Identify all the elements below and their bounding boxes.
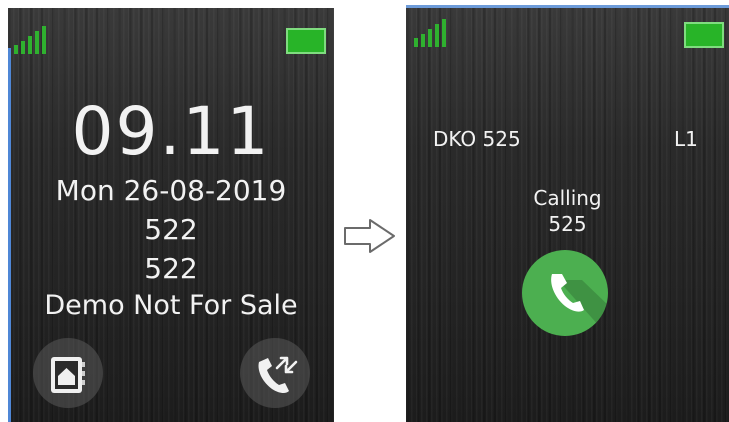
calling-screen: DKO 525 L1 Calling 525 <box>406 5 729 422</box>
battery-icon <box>684 22 724 48</box>
demo-notice: Demo Not For Sale <box>44 290 298 321</box>
right-arrow-icon <box>344 219 395 253</box>
call-status: Calling <box>533 186 602 210</box>
standby-screen: 09.11 Mon 26-08-2019 522 522 Demo Not Fo… <box>8 8 334 422</box>
dialed-number: 525 <box>548 212 587 236</box>
line-indicator: L1 <box>674 127 698 151</box>
phone-handset-icon <box>551 274 608 336</box>
clock-time: 09.11 <box>71 93 271 170</box>
phonebook-softkey[interactable] <box>33 338 103 408</box>
signal-strength-icon <box>414 19 446 47</box>
phonebook-icon <box>51 357 85 393</box>
signal-strength-icon <box>14 26 46 54</box>
user-label: 522 <box>144 252 198 285</box>
extension-label: 522 <box>144 213 198 246</box>
battery-icon <box>286 28 326 54</box>
call-log-icon <box>258 356 298 394</box>
screen-edge-highlight <box>406 5 729 8</box>
caller-name: DKO 525 <box>433 127 521 151</box>
call-log-softkey[interactable] <box>240 338 310 408</box>
call-button[interactable] <box>522 250 608 336</box>
date-label: Mon 26-08-2019 <box>55 174 287 207</box>
